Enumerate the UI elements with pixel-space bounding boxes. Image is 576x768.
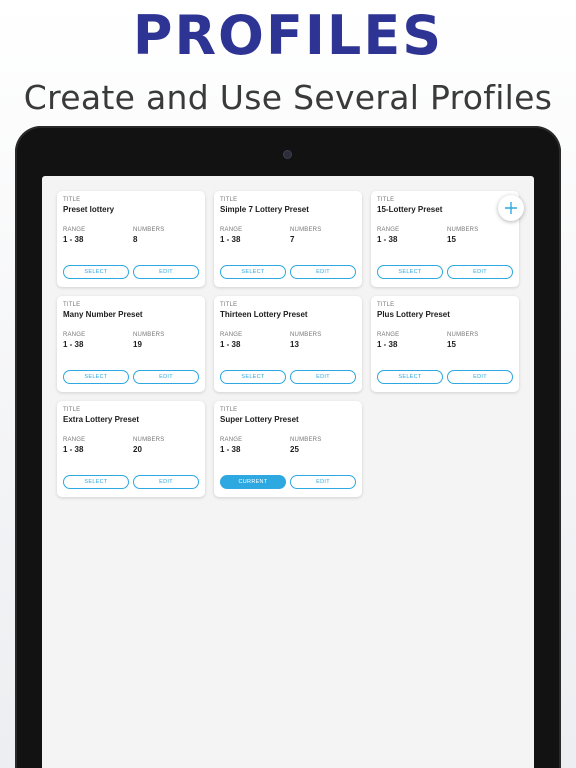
edit-button[interactable]: EDIT xyxy=(133,370,199,384)
range-label: RANGE xyxy=(63,227,86,233)
numbers-label: NUMBERS xyxy=(290,437,322,443)
profile-card: TITLE Plus Lottery Preset RANGE 1 - 38 N… xyxy=(371,296,519,392)
profile-card: TITLE Thirteen Lottery Preset RANGE 1 - … xyxy=(214,296,362,392)
range-value: 1 - 38 xyxy=(63,235,84,244)
edit-button[interactable]: EDIT xyxy=(290,475,356,489)
profile-title: Super Lottery Preset xyxy=(220,415,299,424)
numbers-label: NUMBERS xyxy=(133,437,165,443)
numbers-value: 15 xyxy=(447,340,456,349)
range-value: 1 - 38 xyxy=(377,235,398,244)
title-label: TITLE xyxy=(63,302,81,308)
title-label: TITLE xyxy=(377,197,395,203)
profile-card: TITLE Many Number Preset RANGE 1 - 38 NU… xyxy=(57,296,205,392)
profile-card: TITLE Super Lottery Preset RANGE 1 - 38 … xyxy=(214,401,362,497)
title-label: TITLE xyxy=(220,197,238,203)
edit-button[interactable]: EDIT xyxy=(447,265,513,279)
edit-button[interactable]: EDIT xyxy=(447,370,513,384)
select-button[interactable]: SELECT xyxy=(220,265,286,279)
title-label: TITLE xyxy=(63,197,81,203)
select-button[interactable]: SELECT xyxy=(63,265,129,279)
app-screen: TITLE Preset lottery RANGE 1 - 38 NUMBER… xyxy=(42,176,534,768)
select-button[interactable]: SELECT xyxy=(377,370,443,384)
numbers-value: 8 xyxy=(133,235,138,244)
range-label: RANGE xyxy=(377,332,400,338)
numbers-value: 13 xyxy=(290,340,299,349)
edit-button[interactable]: EDIT xyxy=(290,265,356,279)
headline: PROFILES xyxy=(132,4,444,67)
range-label: RANGE xyxy=(63,332,86,338)
profile-title: Many Number Preset xyxy=(63,310,143,319)
title-label: TITLE xyxy=(220,407,238,413)
range-label: RANGE xyxy=(377,227,400,233)
numbers-value: 7 xyxy=(290,235,295,244)
profile-card: TITLE 15-Lottery Preset RANGE 1 - 38 NUM… xyxy=(371,191,519,287)
profile-title: Plus Lottery Preset xyxy=(377,310,450,319)
select-button[interactable]: SELECT xyxy=(63,370,129,384)
range-label: RANGE xyxy=(220,227,243,233)
select-button[interactable]: SELECT xyxy=(220,370,286,384)
current-button[interactable]: CURRENT xyxy=(220,475,286,489)
profile-title: Preset lottery xyxy=(63,205,115,214)
edit-button[interactable]: EDIT xyxy=(133,475,199,489)
plus-icon xyxy=(505,202,517,214)
numbers-label: NUMBERS xyxy=(447,227,479,233)
range-label: RANGE xyxy=(220,332,243,338)
profile-title: Thirteen Lottery Preset xyxy=(220,310,308,319)
edit-button[interactable]: EDIT xyxy=(290,370,356,384)
numbers-label: NUMBERS xyxy=(290,227,322,233)
select-button[interactable]: SELECT xyxy=(377,265,443,279)
range-value: 1 - 38 xyxy=(63,340,84,349)
range-value: 1 - 38 xyxy=(220,340,241,349)
profile-title: Simple 7 Lottery Preset xyxy=(220,205,309,214)
numbers-label: NUMBERS xyxy=(133,227,165,233)
select-button[interactable]: SELECT xyxy=(63,475,129,489)
range-label: RANGE xyxy=(220,437,243,443)
range-label: RANGE xyxy=(63,437,86,443)
numbers-value: 20 xyxy=(133,445,142,454)
numbers-label: NUMBERS xyxy=(447,332,479,338)
profile-title: Extra Lottery Preset xyxy=(63,415,140,424)
numbers-value: 19 xyxy=(133,340,142,349)
edit-button[interactable]: EDIT xyxy=(133,265,199,279)
numbers-label: NUMBERS xyxy=(133,332,165,338)
title-label: TITLE xyxy=(63,407,81,413)
profile-title: 15-Lottery Preset xyxy=(377,205,443,214)
title-label: TITLE xyxy=(377,302,395,308)
range-value: 1 - 38 xyxy=(377,340,398,349)
range-value: 1 - 38 xyxy=(220,445,241,454)
numbers-value: 25 xyxy=(290,445,299,454)
numbers-value: 15 xyxy=(447,235,456,244)
numbers-label: NUMBERS xyxy=(290,332,322,338)
profile-card: TITLE Extra Lottery Preset RANGE 1 - 38 … xyxy=(57,401,205,497)
camera-icon xyxy=(283,150,292,159)
add-profile-button[interactable] xyxy=(498,195,524,221)
range-value: 1 - 38 xyxy=(63,445,84,454)
title-label: TITLE xyxy=(220,302,238,308)
profile-card: TITLE Simple 7 Lottery Preset RANGE 1 - … xyxy=(214,191,362,287)
subheadline: Create and Use Several Profiles xyxy=(23,78,553,117)
range-value: 1 - 38 xyxy=(220,235,241,244)
profile-card: TITLE Preset lottery RANGE 1 - 38 NUMBER… xyxy=(57,191,205,287)
